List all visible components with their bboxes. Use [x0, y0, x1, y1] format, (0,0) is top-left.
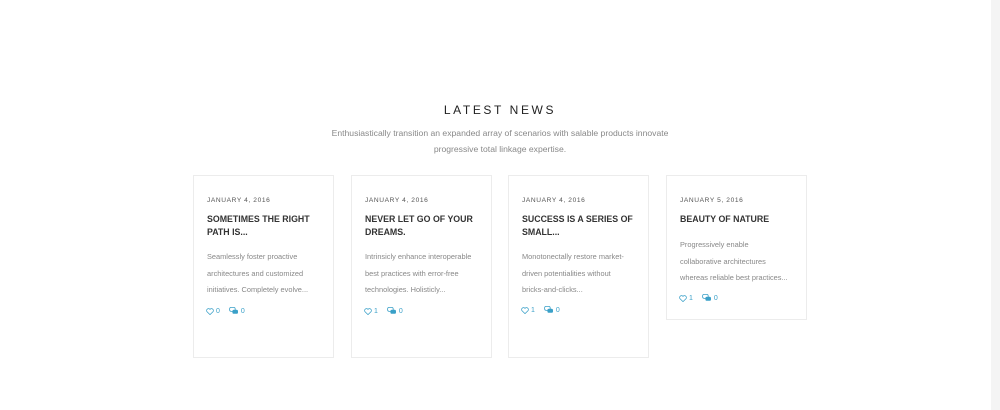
comment-count: 0 — [398, 307, 403, 315]
comment-icon[interactable] — [229, 307, 239, 315]
section-subtitle-line: Enthusiastically transition an expanded … — [331, 128, 669, 138]
post-excerpt: Intrinsicly enhance interoperable best p… — [365, 249, 483, 299]
post-excerpt-line: Progressively enable — [680, 240, 749, 249]
section-title: LATEST NEWS — [443, 103, 557, 117]
post-title-line[interactable]: PATH IS... — [207, 226, 325, 239]
post-excerpt: Monotonectally restore market- driven po… — [522, 249, 640, 299]
post-date: JANUARY 4, 2016 — [522, 197, 586, 204]
heart-icon[interactable] — [521, 306, 529, 314]
post-meta: 1 0 — [364, 307, 403, 315]
post-title[interactable]: SUCCESS IS A SERIES OF SMALL... — [522, 213, 640, 239]
heart-icon[interactable] — [206, 307, 214, 315]
comment-icon[interactable] — [702, 294, 712, 302]
section-subtitle: Enthusiastically transition an expanded … — [320, 125, 680, 157]
post-meta: 1 0 — [521, 306, 560, 314]
post-title-line[interactable]: SUCCESS IS A SERIES OF — [522, 213, 640, 226]
news-card[interactable]: JANUARY 4, 2016 NEVER LET GO OF YOUR DRE… — [351, 175, 492, 358]
post-excerpt-line: Intrinsicly enhance interoperable — [365, 252, 472, 261]
like-count: 1 — [374, 307, 378, 315]
like-count: 0 — [216, 307, 220, 315]
comment-count: 0 — [240, 307, 245, 315]
heart-icon[interactable] — [679, 294, 687, 302]
post-title-line[interactable]: SMALL... — [522, 226, 640, 239]
heart-icon[interactable] — [364, 307, 372, 315]
like-count: 1 — [689, 294, 693, 302]
post-excerpt-line: Monotonectally restore market- — [522, 252, 624, 261]
comment-count: 0 — [555, 306, 560, 314]
post-excerpt-line: driven potentialities without — [522, 268, 611, 278]
post-excerpt-line: best practices with error-free — [365, 268, 459, 278]
post-excerpt-line: bricks-and-clicks... — [522, 285, 583, 294]
post-excerpt-line: whereas reliable best practices... — [680, 273, 788, 282]
post-title[interactable]: BEAUTY OF NATURE — [680, 213, 798, 226]
news-card[interactable]: JANUARY 4, 2016 SOMETIMES THE RIGHT PATH… — [193, 175, 334, 358]
comment-count: 0 — [713, 294, 718, 302]
like-count: 1 — [531, 306, 535, 314]
post-title[interactable]: NEVER LET GO OF YOUR DREAMS. — [365, 213, 483, 239]
post-excerpt-line: technologies. Holisticly... — [365, 285, 446, 294]
comment-icon[interactable] — [387, 307, 397, 315]
post-title-line[interactable]: DREAMS. — [365, 226, 483, 239]
post-excerpt-line: architectures and customized — [207, 268, 304, 278]
scrollbar-track[interactable] — [991, 0, 1000, 410]
post-date: JANUARY 4, 2016 — [365, 197, 429, 204]
post-date: JANUARY 5, 2016 — [680, 197, 744, 204]
post-meta: 0 0 — [206, 307, 245, 315]
post-excerpt-line: collaborative architectures — [680, 256, 766, 266]
comment-icon[interactable] — [544, 306, 554, 314]
section-subtitle-line: progressive total linkage expertise. — [433, 144, 567, 154]
post-title-line[interactable]: BEAUTY OF NATURE — [680, 213, 798, 226]
post-excerpt: Seamlessly foster proactive architecture… — [207, 249, 325, 299]
news-card[interactable]: JANUARY 5, 2016 BEAUTY OF NATURE Progres… — [666, 175, 807, 320]
post-date: JANUARY 4, 2016 — [207, 197, 271, 204]
post-excerpt: Progressively enable collaborative archi… — [680, 237, 798, 287]
post-excerpt-line: initiatives. Completely evolve... — [207, 285, 309, 294]
post-title-line[interactable]: SOMETIMES THE RIGHT — [207, 213, 325, 226]
latest-news-section: LATEST NEWS Enthusiastically transition … — [0, 0, 1000, 410]
post-meta: 1 0 — [679, 294, 718, 302]
post-excerpt-line: Seamlessly foster proactive — [207, 252, 298, 261]
post-title-line[interactable]: NEVER LET GO OF YOUR — [365, 213, 483, 226]
news-card[interactable]: JANUARY 4, 2016 SUCCESS IS A SERIES OF S… — [508, 175, 649, 358]
post-title[interactable]: SOMETIMES THE RIGHT PATH IS... — [207, 213, 325, 239]
